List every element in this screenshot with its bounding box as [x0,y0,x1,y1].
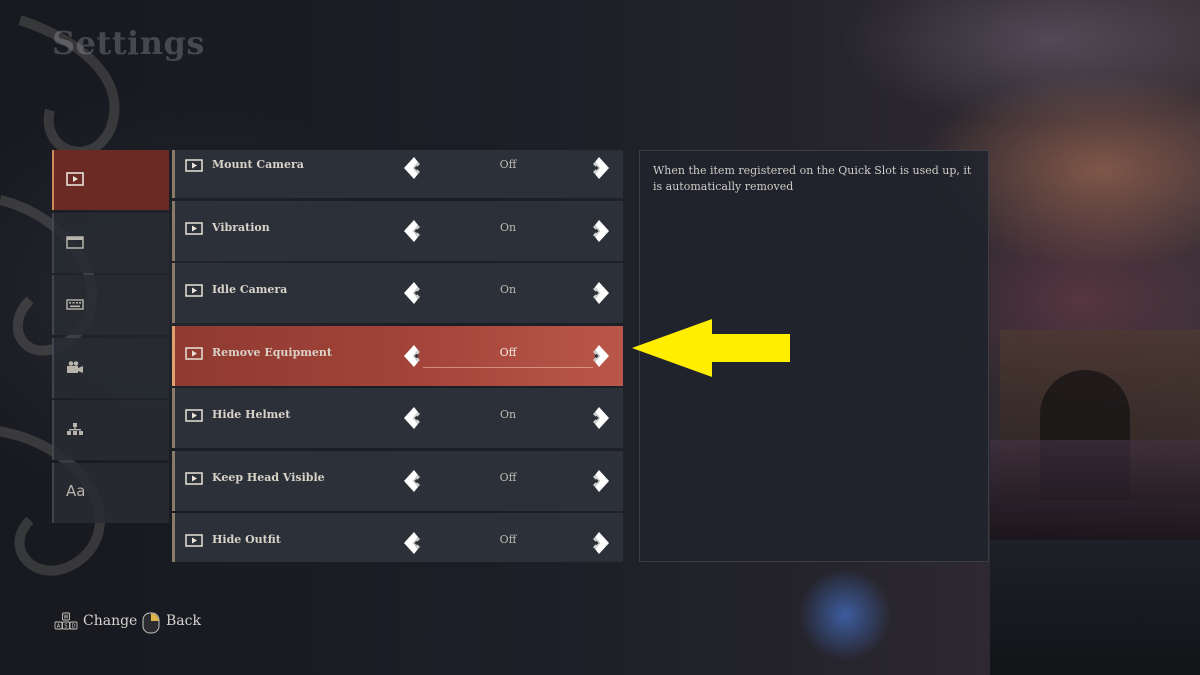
page-title: Settings [52,24,205,62]
text-font-icon: Aa [66,481,86,500]
setting-label: Idle Camera [212,283,288,296]
tab-language[interactable]: Aa [52,462,169,523]
description-text: When the item registered on the Quick Sl… [653,164,972,193]
next-option-arrow-icon[interactable] [592,156,610,180]
pool-background [990,540,1200,675]
next-option-arrow-icon[interactable] [592,281,610,305]
blue-glow-background [790,560,900,670]
setting-label: Hide Helmet [212,408,291,421]
setting-value: Off [499,533,517,546]
setting-row[interactable]: Idle Camera On [172,263,623,323]
play-screen-icon [185,409,203,422]
play-screen-icon [66,172,84,186]
key-w: W [64,614,69,620]
keyboard-icon [66,299,84,310]
play-screen-icon [185,471,203,485]
key-d: D [72,623,76,629]
setting-row[interactable]: Vibration On [172,200,623,261]
next-option-arrow-icon[interactable] [592,344,610,368]
value-underline [423,366,593,368]
tab-controls[interactable] [52,275,169,335]
setting-value: Off [499,345,517,359]
play-screen-icon [185,346,203,360]
setting-value: On [499,220,517,234]
previous-option-arrow-icon[interactable] [403,344,421,368]
tab-network[interactable] [52,400,169,460]
key-a: A [57,623,61,629]
yellow-pointer-arrow-icon [632,319,790,377]
setting-label: Mount Camera [212,158,304,171]
previous-option-arrow-icon[interactable] [403,469,421,493]
setting-label: Keep Head Visible [212,470,325,484]
play-screen-icon [185,221,203,235]
previous-option-arrow-icon[interactable] [403,281,421,305]
previous-option-arrow-icon[interactable] [403,156,421,180]
setting-row[interactable]: Hide Outfit Off [172,513,623,562]
next-option-arrow-icon[interactable] [592,469,610,493]
play-screen-icon [185,534,203,547]
setting-value: On [499,283,517,296]
wasd-keys-icon: W A S D [54,612,78,630]
setting-label: Remove Equipment [212,345,332,359]
window-icon [66,235,84,249]
setting-value: On [499,408,517,421]
change-hint[interactable]: W A S D Change [54,612,138,634]
video-camera-icon [67,360,83,373]
next-option-arrow-icon[interactable] [592,219,610,243]
setting-row[interactable]: Remove Equipment Off [172,325,623,386]
setting-row[interactable]: Mount Camera Off [172,150,623,198]
network-icon [67,423,83,435]
settings-list: Mount Camera Off Vibration On Idle Camera On R… [172,150,623,562]
next-option-arrow-icon[interactable] [592,406,610,430]
previous-option-arrow-icon[interactable] [403,219,421,243]
next-option-arrow-icon[interactable] [592,531,610,555]
setting-row[interactable]: Keep Head Visible Off [172,450,623,511]
tab-display[interactable] [52,212,169,273]
change-label: Change [83,613,138,629]
flower-field-background [990,440,1200,540]
play-screen-icon [185,284,203,297]
play-screen-icon [185,159,203,172]
setting-label: Hide Outfit [212,533,281,546]
tab-camera[interactable] [52,337,169,398]
setting-label: Vibration [212,220,270,234]
category-tabs: Aa [52,150,169,525]
setting-value: Off [499,470,517,484]
tab-gameplay[interactable] [52,150,169,210]
setting-row[interactable]: Hide Helmet On [172,388,623,448]
setting-value: Off [499,158,517,171]
key-s: S [64,623,67,629]
mouse-right-click-icon [142,612,160,634]
back-label: Back [166,613,201,629]
previous-option-arrow-icon[interactable] [403,406,421,430]
back-hint[interactable]: Back [141,612,205,634]
previous-option-arrow-icon[interactable] [403,531,421,555]
